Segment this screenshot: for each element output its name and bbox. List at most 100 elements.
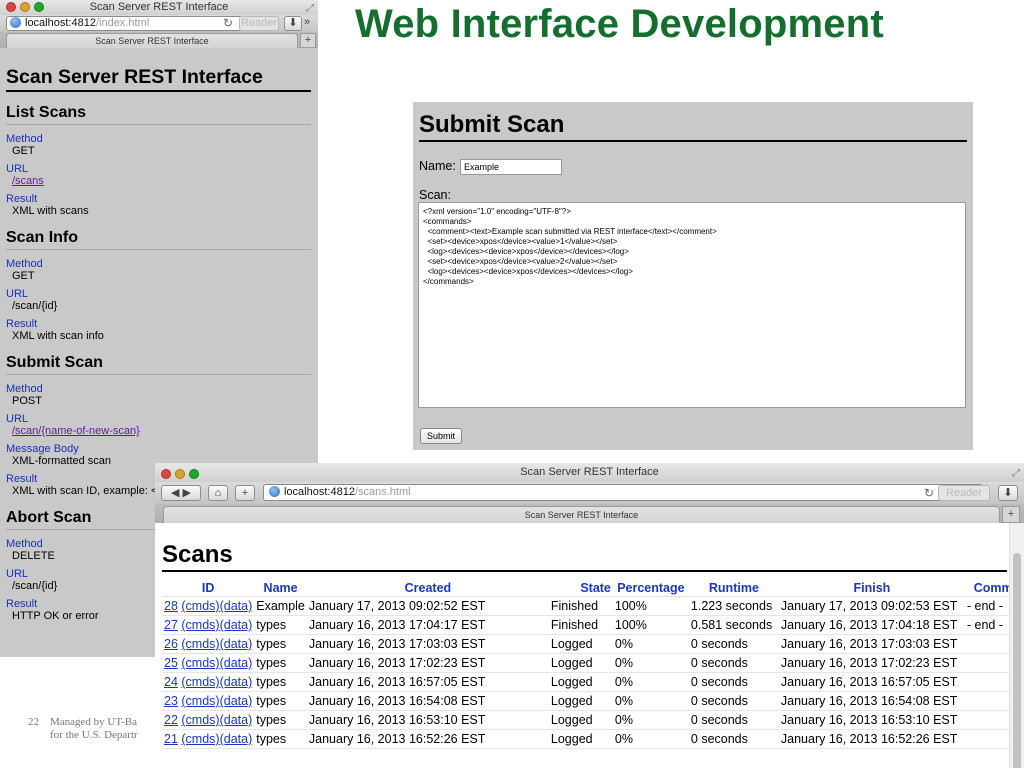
field-value: POST [12, 395, 42, 407]
share-icon[interactable]: ⬇ [998, 485, 1018, 501]
scans-titlebar: Scan Server REST Interface ⤢ [155, 463, 1024, 482]
globe-icon [269, 486, 280, 497]
slide-footer: 22 Managed by UT-Ba for the U.S. Departr [28, 716, 138, 742]
created-cell: January 16, 2013 17:04:17 EST [306, 615, 549, 635]
close-window-icon[interactable] [161, 469, 171, 479]
reader-button[interactable]: Reader [938, 485, 990, 501]
cmds-link[interactable]: (cmds) [181, 694, 219, 708]
data-link[interactable]: (data) [220, 599, 253, 613]
field-link[interactable]: /scan/{name-of-new-scan} [6, 425, 312, 437]
column-header: ID [162, 580, 255, 597]
field-value: GET [12, 145, 35, 157]
column-header: State [548, 580, 613, 597]
field-label: Method [6, 383, 43, 395]
column-header: Runtime [688, 580, 779, 597]
created-cell: January 17, 2013 09:02:52 EST [306, 596, 549, 616]
data-link[interactable]: (data) [220, 713, 253, 727]
scans-toolbar: ◀ ▶ ⌂ + localhost:4812/scans.html ↻ Read… [155, 482, 1024, 504]
section-heading: Submit Scan [6, 354, 311, 375]
created-cell: January 16, 2013 17:03:03 EST [306, 634, 549, 654]
fullscreen-icon[interactable]: ⤢ [306, 1, 314, 16]
scan-id-link[interactable]: 21 [164, 732, 178, 746]
created-cell: January 16, 2013 16:57:05 EST [306, 672, 549, 692]
scan-id-link[interactable]: 26 [164, 637, 178, 651]
scan-id-link[interactable]: 27 [164, 618, 178, 632]
submit-scan-panel: Submit Scan Name: Scan: <?xml version="1… [413, 102, 973, 450]
minimize-window-icon[interactable] [20, 2, 30, 12]
submit-scan-title: Submit Scan [419, 111, 967, 142]
globe-icon [10, 17, 21, 28]
data-link[interactable]: (data) [220, 618, 253, 632]
scan-id-link[interactable]: 23 [164, 694, 178, 708]
percentage-cell: 0% [612, 653, 689, 673]
field-label: Method [6, 258, 43, 270]
add-bookmark-icon[interactable]: + [235, 485, 255, 501]
minimize-window-icon[interactable] [175, 469, 185, 479]
cmds-link[interactable]: (cmds) [181, 713, 219, 727]
scan-label: Scan: [419, 188, 451, 202]
scrollbar-thumb[interactable] [1013, 553, 1021, 768]
zoom-window-icon[interactable] [34, 2, 44, 12]
scan-id-link[interactable]: 22 [164, 713, 178, 727]
url-path: /scans.html [354, 486, 411, 498]
finish-cell: January 17, 2013 09:02:53 EST [778, 596, 965, 616]
name-cell: types [254, 672, 307, 692]
close-window-icon[interactable] [6, 2, 16, 12]
field-value: GET [12, 270, 35, 282]
field-value: XML with scans [12, 205, 89, 217]
data-link[interactable]: (data) [220, 656, 253, 670]
cmds-link[interactable]: (cmds) [181, 637, 219, 651]
home-icon[interactable]: ⌂ [208, 485, 228, 501]
back-forward-icon[interactable]: ◀ ▶ [161, 485, 201, 501]
data-link[interactable]: (data) [220, 675, 253, 689]
runtime-cell: 1.223 seconds [688, 596, 779, 616]
tab-index[interactable]: Scan Server REST Interface [6, 33, 298, 48]
zoom-window-icon[interactable] [189, 469, 199, 479]
created-cell: January 16, 2013 16:53:10 EST [306, 710, 549, 730]
percentage-cell: 0% [612, 672, 689, 692]
scan-id-link[interactable]: 25 [164, 656, 178, 670]
scans-tabbar: Scan Server REST Interface + [155, 504, 1024, 523]
fullscreen-icon[interactable]: ⤢ [1012, 464, 1020, 483]
cmds-link[interactable]: (cmds) [181, 732, 219, 746]
field-label: Result [6, 318, 38, 330]
new-tab-icon[interactable]: + [1002, 506, 1020, 523]
new-tab-icon[interactable]: + [300, 33, 316, 48]
tab-scans[interactable]: Scan Server REST Interface [163, 506, 1000, 523]
cmds-link[interactable]: (cmds) [181, 656, 219, 670]
data-link[interactable]: (data) [220, 637, 253, 651]
submit-button[interactable]: Submit [420, 428, 463, 444]
finish-cell: January 16, 2013 17:04:18 EST [778, 615, 965, 635]
field-value: /scan/{id} [12, 300, 58, 312]
reload-icon[interactable]: ↻ [223, 16, 233, 30]
name-cell: types [254, 729, 307, 749]
reload-icon[interactable]: ↻ [924, 486, 934, 500]
address-bar[interactable]: localhost:4812/index.html [6, 16, 242, 31]
percentage-cell: 100% [612, 596, 689, 616]
cmds-link[interactable]: (cmds) [181, 675, 219, 689]
runtime-cell: 0 seconds [688, 729, 779, 749]
cmds-link[interactable]: (cmds) [181, 618, 219, 632]
data-link[interactable]: (data) [220, 732, 253, 746]
scan-id-link[interactable]: 28 [164, 599, 178, 613]
name-cell: types [254, 634, 307, 654]
address-bar[interactable]: localhost:4812/scans.html [263, 484, 983, 501]
field-link[interactable]: /scans [6, 175, 312, 187]
finish-cell: January 16, 2013 16:53:10 EST [778, 710, 965, 730]
id-cell: 24 (cmds)(data) [162, 672, 255, 692]
data-link[interactable]: (data) [220, 694, 253, 708]
scrollbar[interactable] [1009, 523, 1024, 768]
reader-button[interactable]: Reader [239, 16, 279, 31]
name-input[interactable] [460, 159, 562, 175]
scan-xml-textarea[interactable]: <?xml version="1.0" encoding="UTF-8"?> <… [418, 202, 966, 408]
state-cell: Logged [548, 634, 613, 654]
window-title: Scan Server REST Interface [520, 466, 659, 478]
share-icon[interactable]: ⬇ [284, 16, 302, 31]
footer-line-1: Managed by UT-Ba [50, 716, 137, 728]
cmds-link[interactable]: (cmds) [181, 599, 219, 613]
overflow-chevron-icon[interactable]: » [304, 16, 310, 28]
scan-id-link[interactable]: 24 [164, 675, 178, 689]
page-number: 22 [28, 716, 39, 728]
scans-table: ID Name Created State Percentage Runtime Finis… [162, 580, 1024, 749]
state-cell: Logged [548, 672, 613, 692]
